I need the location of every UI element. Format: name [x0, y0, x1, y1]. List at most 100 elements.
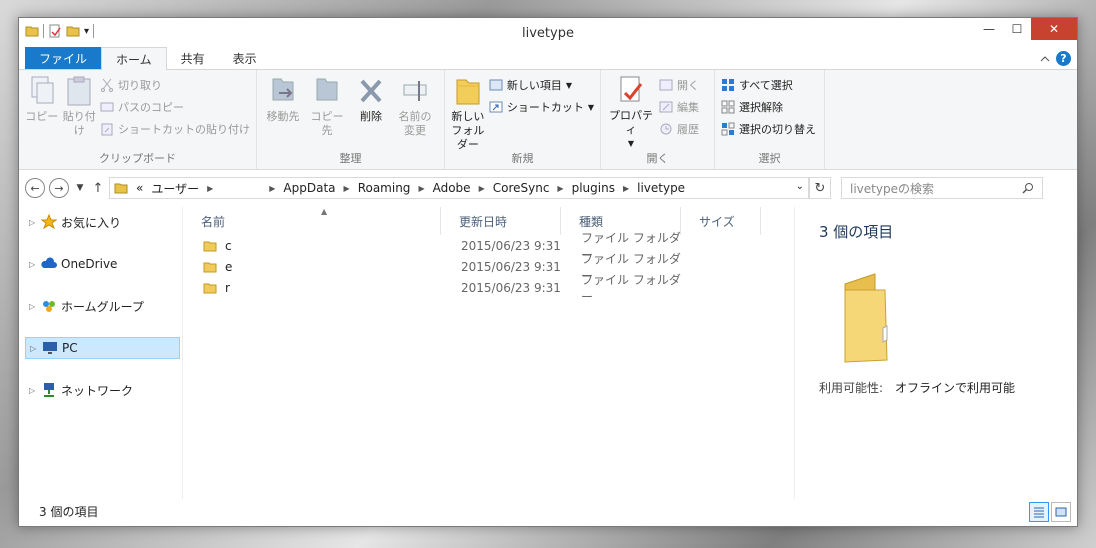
- expand-icon[interactable]: ▷: [29, 302, 37, 311]
- nav-item-favorites[interactable]: ▷ お気に入り: [19, 211, 182, 233]
- chevron-right-icon[interactable]: ▶: [269, 184, 275, 193]
- chevron-down-icon[interactable]: ⌄: [796, 181, 804, 192]
- minimize-button[interactable]: —: [975, 18, 1003, 40]
- open-group-label: 開く: [646, 152, 669, 165]
- paste-shortcut-button[interactable]: ショートカットの貼り付け: [100, 120, 250, 138]
- rename-icon: [403, 81, 427, 101]
- details-view-button[interactable]: [1029, 502, 1049, 522]
- rename-label-1: 名前の: [398, 110, 432, 123]
- expand-icon[interactable]: ▷: [29, 386, 37, 395]
- clipboard-small-buttons: 切り取り パスのコピー ショートカットの貼り付け: [100, 74, 250, 151]
- select-all-icon: [722, 79, 734, 91]
- copy-to-label: コピー先: [310, 110, 344, 137]
- nav-label: PC: [62, 341, 78, 355]
- nav-item-pc[interactable]: ▷ PC: [25, 337, 180, 359]
- history-button[interactable]: 履歴: [659, 120, 699, 138]
- select-all-button[interactable]: すべて選択: [721, 76, 816, 94]
- move-to-button[interactable]: 移動先: [263, 74, 303, 151]
- column-type[interactable]: 種類: [561, 207, 681, 235]
- expand-icon[interactable]: ▷: [29, 218, 37, 227]
- back-button[interactable]: ←: [25, 178, 45, 198]
- tab-file[interactable]: ファイル: [25, 47, 102, 69]
- nav-label: ホームグループ: [61, 299, 144, 314]
- delete-button[interactable]: 削除: [351, 74, 391, 151]
- table-row[interactable]: c 2015/06/23 9:31 ファイル フォルダー: [183, 231, 794, 262]
- nav-item-homegroup[interactable]: ▷ ホームグループ: [19, 295, 182, 317]
- shortcut-icon: [489, 101, 503, 113]
- homegroup-icon: [43, 301, 55, 312]
- chevron-down-icon: ▼: [627, 139, 635, 148]
- file-name: r: [225, 280, 230, 295]
- refresh-button[interactable]: ↻: [809, 177, 831, 199]
- up-button[interactable]: ↑: [91, 181, 105, 196]
- breadcrumb-label: AppData: [283, 181, 336, 195]
- edit-label: 編集: [677, 101, 699, 114]
- expand-icon[interactable]: ▷: [29, 260, 37, 269]
- new-folder-button[interactable]: 新しい フォルダー: [451, 74, 485, 151]
- help-icon[interactable]: ?: [1056, 51, 1071, 66]
- column-modified[interactable]: 更新日時: [441, 207, 561, 235]
- rename-button[interactable]: 名前の 変更: [395, 74, 435, 151]
- column-name[interactable]: 名前: [183, 207, 441, 235]
- address-bar[interactable]: « ユーザー ▶ ▶ AppData ▶ Roaming ▶ Adobe ▶ CoreSy…: [109, 177, 809, 199]
- search-input[interactable]: livetypeの検索: [841, 177, 1043, 199]
- breadcrumb-users[interactable]: ユーザー ▶: [151, 180, 213, 197]
- chevron-right-icon[interactable]: ▶: [207, 184, 213, 193]
- file-name: c: [225, 238, 232, 253]
- copy-to-button[interactable]: コピー先: [307, 74, 347, 151]
- edit-button[interactable]: 編集: [659, 98, 699, 116]
- new-item-button[interactable]: 新しい項目 ▼: [489, 76, 594, 94]
- chevron-right-icon[interactable]: ▶: [623, 184, 629, 193]
- availability-value: オフラインで利用可能: [895, 381, 1016, 395]
- breadcrumb-coresync[interactable]: ▶ CoreSync: [479, 181, 550, 195]
- breadcrumb-livetype[interactable]: ▶ livetype: [623, 181, 685, 195]
- breadcrumb-plugins[interactable]: ▶ plugins: [557, 181, 615, 195]
- close-button[interactable]: ✕: [1031, 18, 1077, 40]
- forward-button[interactable]: →: [49, 178, 69, 198]
- chevron-right-icon[interactable]: ▶: [557, 184, 563, 193]
- table-row[interactable]: r 2015/06/23 9:31 ファイル フォルダー: [183, 273, 794, 304]
- copy-button[interactable]: コピー: [25, 74, 59, 151]
- recent-locations-button[interactable]: ▼: [73, 183, 87, 193]
- new-item-label: 新しい項目: [506, 79, 562, 92]
- nav-item-onedrive[interactable]: ▷ OneDrive: [19, 253, 182, 275]
- tab-home[interactable]: ホーム: [101, 47, 167, 70]
- column-size[interactable]: サイズ: [681, 207, 761, 235]
- tab-share[interactable]: 共有: [167, 47, 219, 69]
- chevron-up-icon[interactable]: [1040, 54, 1050, 64]
- history-icon: [660, 123, 672, 135]
- cut-button[interactable]: 切り取り: [100, 76, 250, 94]
- invert-selection-button[interactable]: 選択の切り替え: [721, 120, 816, 138]
- window-title: livetype: [522, 26, 574, 41]
- select-group: すべて選択 選択解除 選択の切り替え 選択: [715, 70, 825, 169]
- cloud-icon: [41, 257, 57, 268]
- chevron-right-icon[interactable]: ▶: [418, 184, 424, 193]
- breadcrumb-adobe[interactable]: ▶ Adobe: [418, 181, 470, 195]
- maximize-button[interactable]: ☐: [1003, 18, 1031, 40]
- chevron-right-icon[interactable]: ▶: [479, 184, 485, 193]
- navigation-pane: ▷ お気に入り ▷ OneDrive ▷ ホームグループ ▷ PC ▷ ネットワ…: [19, 207, 183, 499]
- explorer-window: ▾ livetype — ☐ ✕ ファイル ホーム 共有 表示 ? コピー 貼り…: [18, 17, 1078, 527]
- breadcrumb-roaming[interactable]: ▶ Roaming: [344, 181, 411, 195]
- shortcut-button[interactable]: ショートカット ▼: [489, 98, 594, 116]
- breadcrumb-overflow[interactable]: «: [136, 181, 143, 195]
- status-bar: 3 個の項目: [19, 497, 1077, 526]
- copy-label: コピー: [25, 110, 59, 123]
- shortcut-paste-icon: [101, 123, 113, 136]
- chevron-right-icon[interactable]: ▶: [344, 184, 350, 193]
- tab-view[interactable]: 表示: [219, 47, 271, 69]
- select-none-icon: [721, 100, 735, 114]
- clipboard-group: コピー 貼り付け 切り取り パスのコピー ショートカットの貼り付け クリップボー…: [19, 70, 257, 169]
- properties-button[interactable]: プロパティ ▼: [607, 74, 655, 151]
- paste-button[interactable]: 貼り付け: [63, 74, 97, 151]
- copy-path-button[interactable]: パスのコピー: [100, 98, 250, 116]
- table-row[interactable]: e 2015/06/23 9:31 ファイル フォルダー: [183, 252, 794, 283]
- breadcrumb-appdata[interactable]: ▶ AppData: [269, 181, 335, 195]
- open-button[interactable]: 開く: [659, 76, 699, 94]
- expand-icon[interactable]: ▷: [30, 344, 38, 353]
- select-none-button[interactable]: 選択解除: [721, 98, 816, 116]
- large-icons-view-button[interactable]: [1051, 502, 1071, 522]
- details-view-icon: [1034, 507, 1044, 518]
- nav-item-network[interactable]: ▷ ネットワーク: [19, 379, 182, 401]
- breadcrumb-label: livetype: [637, 181, 686, 195]
